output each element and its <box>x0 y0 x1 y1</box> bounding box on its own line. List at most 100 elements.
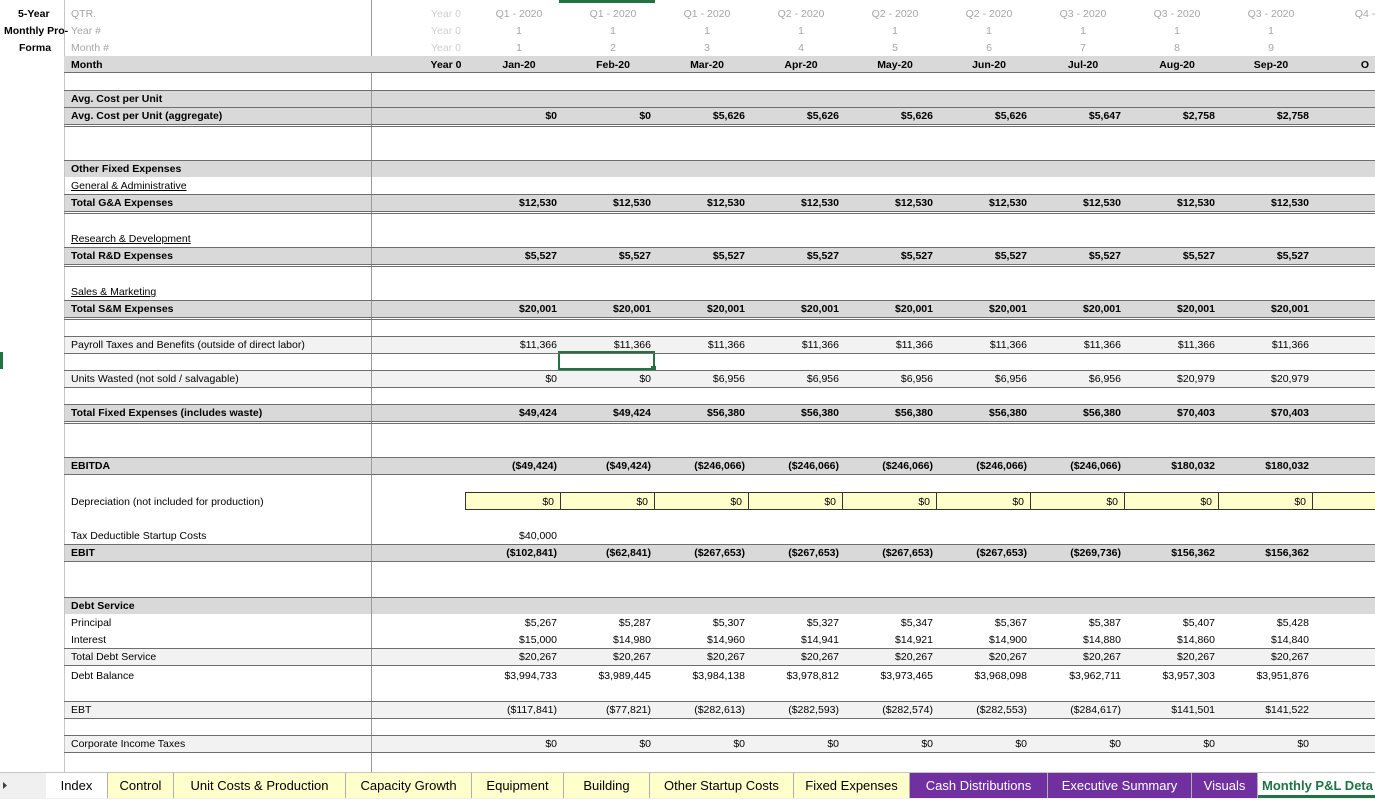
header-label-cell: O <box>1360 59 1370 71</box>
header-month-cell: 4 <box>798 42 804 54</box>
row-label-month-num: Month # <box>71 42 109 54</box>
header-month-cell: 1 <box>516 42 522 54</box>
value-cell[interactable]: $1 <box>1273 338 1375 352</box>
row-label-sm-head: Sales & Marketing <box>71 286 157 298</box>
value-cell[interactable]: $ <box>1273 249 1375 263</box>
row-label-month: Month <box>71 59 103 71</box>
spreadsheet-grid[interactable]: 5-Year Monthly Pro- Forma QTR. Year # Mo… <box>0 0 1375 772</box>
sheet-tab-index[interactable]: Index <box>46 773 108 798</box>
row-border <box>64 597 1375 598</box>
value-cell[interactable]: $1 <box>1273 196 1375 210</box>
value-cell[interactable]: $ <box>1273 616 1375 630</box>
header-year-cell: 1 <box>892 25 898 37</box>
sheet-tab-building[interactable]: Building <box>564 773 650 798</box>
row-border <box>64 247 1375 248</box>
sheet-tab-unit-costs-production[interactable]: Unit Costs & Production <box>174 773 346 798</box>
header-label-cell: May-20 <box>877 59 913 71</box>
header-month-cell: 6 <box>986 42 992 54</box>
header-month-cell: 2 <box>610 42 616 54</box>
sheet-tab-other-startup-costs[interactable]: Other Startup Costs <box>650 773 794 798</box>
row-border <box>64 370 1375 371</box>
header-qtr-cell: Q3 - 2020 <box>1059 8 1107 20</box>
row-label-debtbal: Debt Balance <box>71 670 135 682</box>
header-qtr-cell: Q3 - 2020 <box>1153 8 1201 20</box>
sheet-tab-capacity-growth[interactable]: Capacity Growth <box>346 773 472 798</box>
value-cell[interactable]: $156 <box>1273 546 1375 560</box>
sheet-tab-visuals[interactable]: Visuals <box>1192 773 1258 798</box>
row-label-ebit: EBIT <box>71 547 95 559</box>
header-qtr-cell: Q1 - 2020 <box>589 8 637 20</box>
value-cell[interactable]: $7 <box>1273 406 1375 420</box>
row-label-ga-total: Total G&A Expenses <box>71 197 174 209</box>
input-cell-divider <box>1312 493 1313 509</box>
header-year-cell: 1 <box>516 25 522 37</box>
row-label-year: Year # <box>71 25 101 37</box>
header-month-cell: 8 <box>1174 42 1180 54</box>
row-border <box>64 561 1375 562</box>
sheet-tab-control[interactable]: Control <box>108 773 174 798</box>
value-cell[interactable]: $40,000 <box>427 529 557 543</box>
header-label-cell: Apr-20 <box>784 59 818 71</box>
header-qtr-cell: Q2 - 2020 <box>777 8 825 20</box>
row-border <box>64 387 1375 388</box>
row-border <box>64 126 1375 127</box>
row-label-sm-total: Total S&M Expenses <box>71 303 174 315</box>
sheet-tab-executive-summary[interactable]: Executive Summary <box>1048 773 1192 798</box>
sheet-tab-equipment[interactable]: Equipment <box>472 773 564 798</box>
header-label-cell: Mar-20 <box>690 59 724 71</box>
row-label-tds: Total Debt Service <box>71 651 157 663</box>
value-cell[interactable]: $2 <box>1273 650 1375 664</box>
value-cell[interactable]: $2 <box>1273 372 1375 386</box>
value-cell[interactable]: $141 <box>1273 703 1375 717</box>
row-band <box>64 90 1375 107</box>
row-border <box>64 701 1375 702</box>
header-label-cell: Aug-20 <box>1159 59 1195 71</box>
row-label-interest: Interest <box>71 634 107 646</box>
value-cell[interactable]: $0 <box>1176 495 1306 509</box>
year0-month: Year 0 <box>431 42 461 54</box>
value-cell[interactable]: $1 <box>1273 633 1375 647</box>
row-label-tdsc: Tax Deductible Startup Costs <box>71 530 207 542</box>
row-label-qtr: QTR. <box>71 8 97 20</box>
row-label-ds-head: Debt Service <box>71 600 135 612</box>
row-border <box>64 317 1375 318</box>
row-border <box>64 194 1375 195</box>
row-label-principal: Principal <box>71 617 112 629</box>
value-cell[interactable]: $2 <box>1273 302 1375 316</box>
value-cell[interactable]: $0 <box>1179 737 1309 751</box>
row-border <box>64 160 1375 161</box>
header-qtr-cell: Q3 - 2020 <box>1247 8 1295 20</box>
selected-column-indicator <box>559 0 655 3</box>
header-qtr-cell: Q2 - 2020 <box>871 8 919 20</box>
header-year-cell: 1 <box>798 25 804 37</box>
sheet-tab-fixed-expenses[interactable]: Fixed Expenses <box>794 773 910 798</box>
header-month-cell: 3 <box>704 42 710 54</box>
row-label-ebitda: EBITDA <box>71 460 111 472</box>
row-label-wasted: Units Wasted (not sold / salvagable) <box>71 373 239 385</box>
scroll-right-icon[interactable] <box>0 773 46 798</box>
selected-row-indicator <box>0 352 3 369</box>
header-year-cell: 1 <box>986 25 992 37</box>
value-cell[interactable]: $ <box>1273 109 1375 123</box>
column-divider <box>64 0 65 772</box>
value-cell[interactable]: $180 <box>1273 459 1375 473</box>
row-border <box>64 752 1375 753</box>
row-label-rd-head: Research & Development <box>71 233 191 245</box>
freeze-pane-divider <box>371 0 372 772</box>
row-label-ebt: EBT <box>71 704 92 716</box>
row-border <box>64 544 1375 545</box>
sheet-tab-monthly-p-l-deta[interactable]: Monthly P&L Deta <box>1258 773 1375 798</box>
row-border <box>64 213 1375 214</box>
year0-qtr: Year 0 <box>431 8 461 20</box>
header-month-cell: 9 <box>1268 42 1274 54</box>
header-label-cell: Jan-20 <box>502 59 536 71</box>
value-cell[interactable]: $3,94 <box>1273 669 1375 683</box>
sheet-tab-cash-distributions[interactable]: Cash Distributions <box>910 773 1048 798</box>
header-label-cell: Jul-20 <box>1067 59 1099 71</box>
row-border <box>64 211 1375 212</box>
corner-line-1: 5-Year <box>18 8 50 20</box>
corner-line-3: Forma <box>19 42 52 54</box>
header-label-cell: Jun-20 <box>972 59 1006 71</box>
tab-navigation[interactable] <box>0 773 46 798</box>
row-label-payroll: Payroll Taxes and Benefits (outside of d… <box>71 339 305 351</box>
